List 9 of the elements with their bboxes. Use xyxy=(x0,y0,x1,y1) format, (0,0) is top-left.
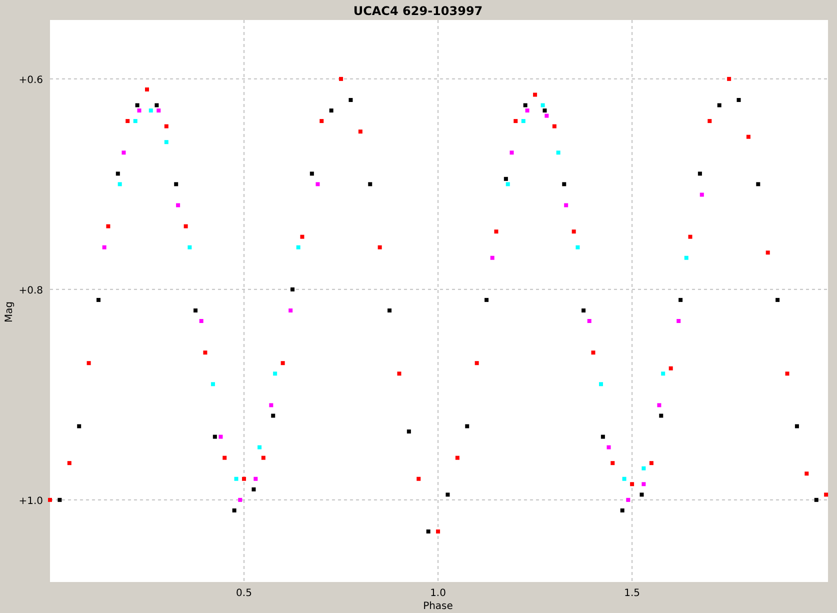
y-axis-label: Mag xyxy=(4,301,15,323)
x-tick-label: 1.5 xyxy=(624,588,640,599)
x-tick-label: 1.0 xyxy=(430,588,446,599)
x-tick-label: 0.5 xyxy=(236,588,252,599)
y-tick-label: +0.8 xyxy=(18,285,43,296)
y-tick-label: +0.6 xyxy=(18,74,43,86)
y-tick-label: +1.0 xyxy=(18,496,43,507)
chart-title: UCAC4 629-103997 xyxy=(353,4,483,18)
x-axis-label: Phase xyxy=(423,601,453,612)
